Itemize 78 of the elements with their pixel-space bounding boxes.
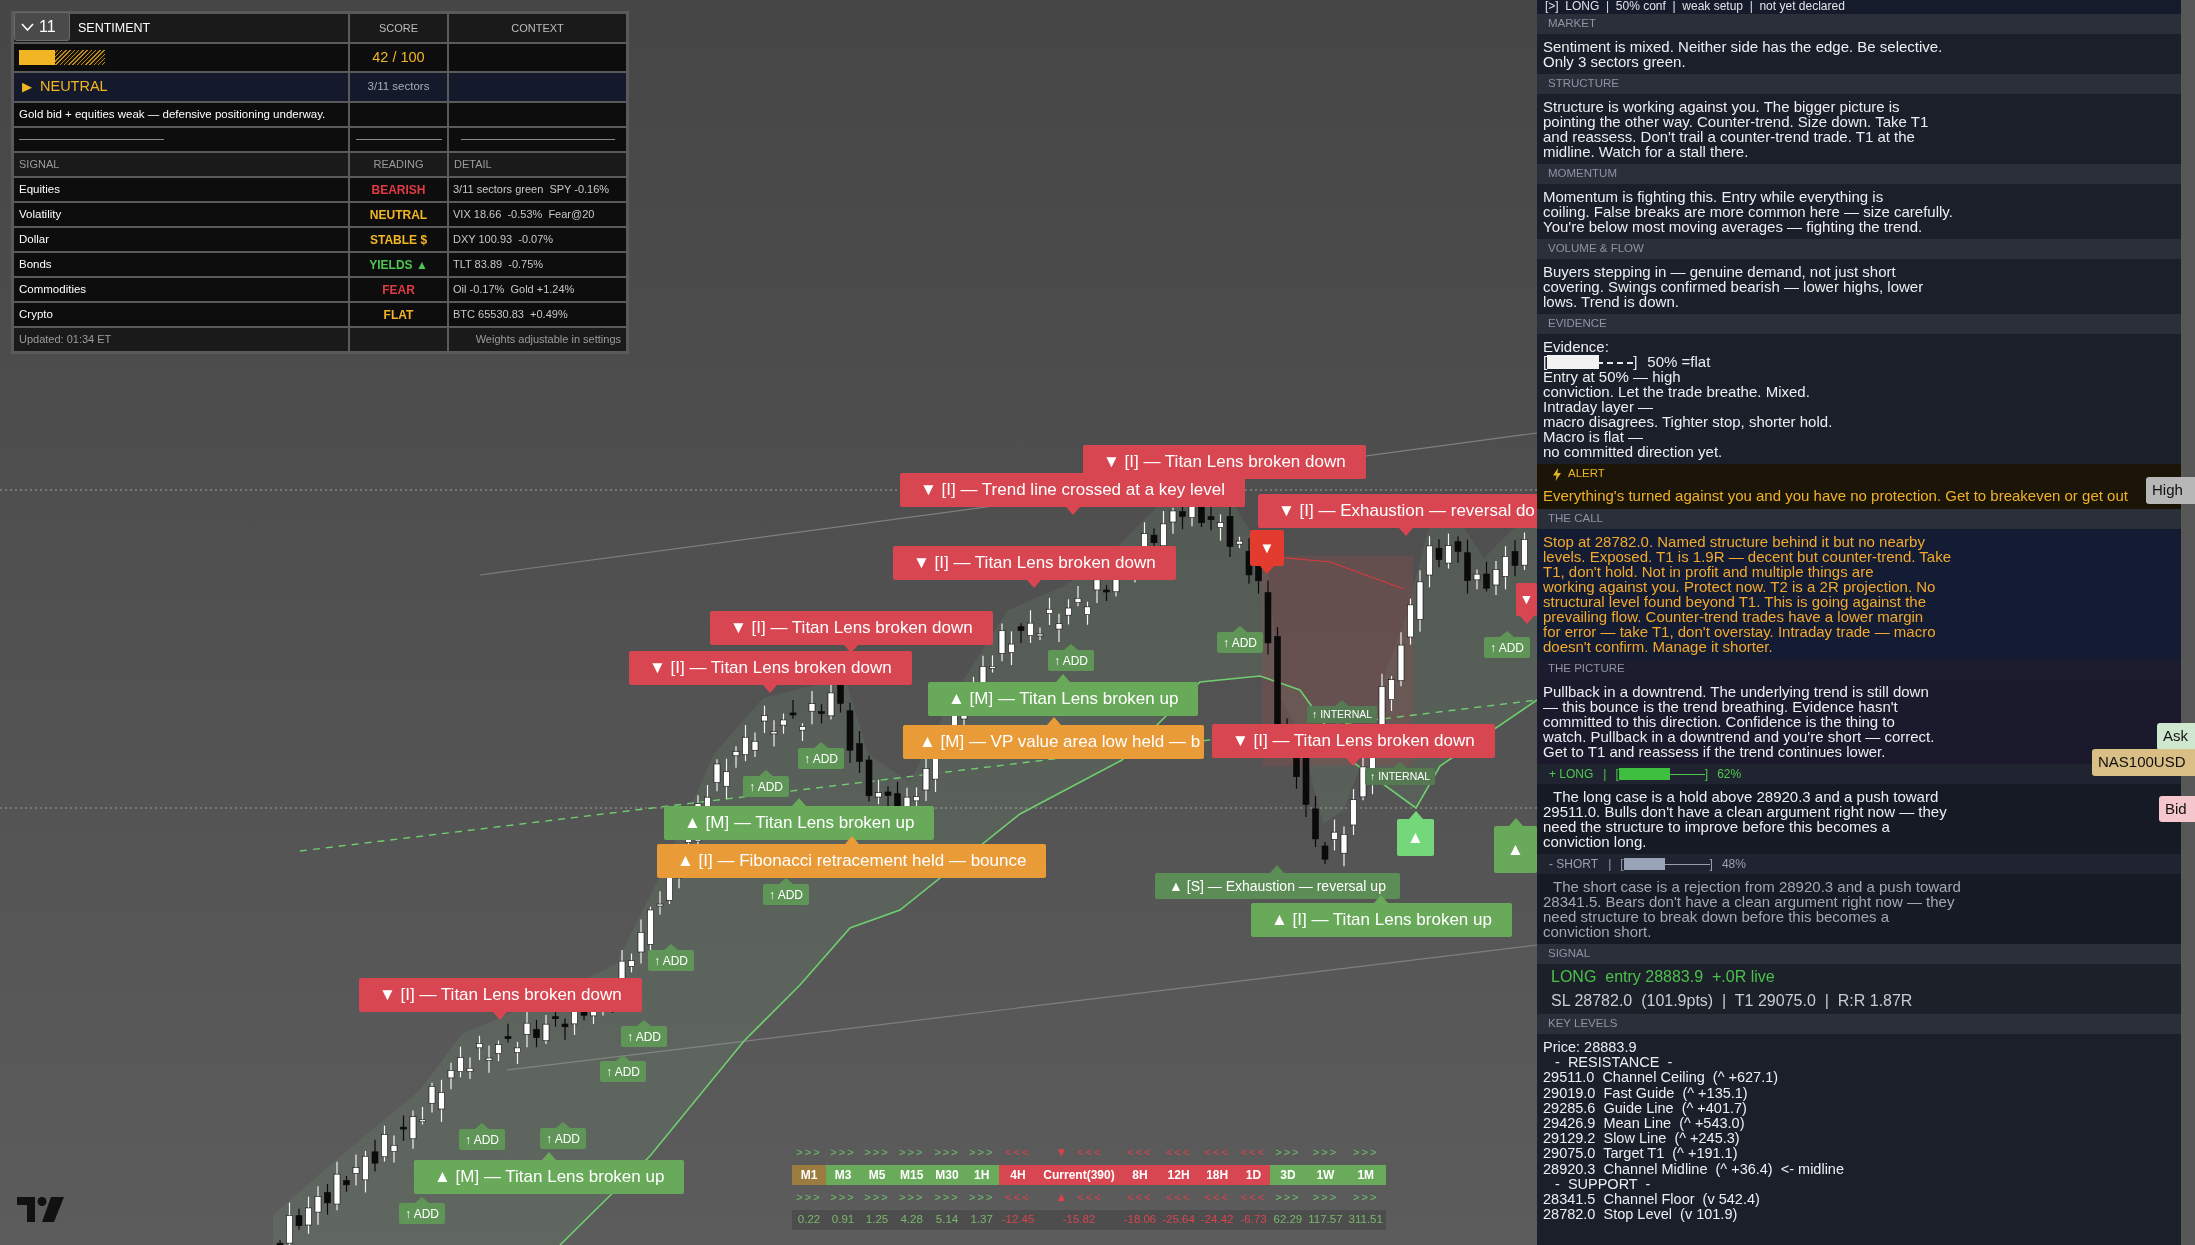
price-tag: High bbox=[2146, 477, 2195, 504]
price-line: Price: 28883.9 bbox=[1543, 1040, 1637, 1056]
meter-bracket: [ bbox=[1620, 856, 1624, 873]
verdict-text: NEUTRAL bbox=[40, 77, 108, 97]
level-line: 29075.0 Target T1 (^ +191.1) bbox=[1543, 1146, 1738, 1162]
section-header: SIGNAL bbox=[1537, 944, 2181, 964]
case-reading: 48% bbox=[1721, 856, 1746, 873]
column-header: DETAIL bbox=[449, 153, 626, 176]
meter-bracket: ] bbox=[1709, 856, 1713, 873]
section-text: Stop at 28782.0. Named structure behind it but no nearby levels. Exposed. T1 is 1.9R — decent but counter-trend. Take T1, don't hold. Not in profit and multiple things are working against you. Protect now. T2 is a 2R projection. No structural level found beyond T1. This is going against the prevailing flow. Counter-trend trades have a lower margin for error — take T1, don't overstay. Intraday trade — macro doesn't confirm. Manage it shorter. bbox=[1537, 529, 2181, 659]
level-line: 29426.9 Mean Line (^ +543.0) bbox=[1543, 1116, 1745, 1132]
signal-reading: FLAT bbox=[383, 306, 414, 324]
signal-name: Dollar bbox=[14, 228, 348, 251]
score-value: 42 / 100 bbox=[350, 44, 447, 71]
footnote-text: Weights adjustable in settings bbox=[449, 328, 626, 351]
lightning-icon bbox=[1553, 467, 1561, 481]
column-header: SCORE bbox=[350, 14, 447, 42]
signal-name: Bonds bbox=[14, 253, 348, 276]
signal-detail: VIX 18.66 -0.53% Fear@20 bbox=[449, 203, 626, 226]
case-label: + LONG bbox=[1549, 766, 1594, 783]
signal-detail: DXY 100.93 -0.07% bbox=[449, 228, 626, 251]
level-line: 29511.0 Channel Ceiling (^ +627.1) bbox=[1543, 1070, 1779, 1086]
level-line: 29285.6 Guide Line (^ +401.7) bbox=[1543, 1100, 1747, 1116]
meter-bracket: [ bbox=[1543, 354, 1548, 369]
level-heading: - RESISTANCE - bbox=[1554, 1055, 1673, 1071]
section-text: Entry at 50% — high conviction. Let the trade breathe. Mixed. Intraday layer — macro disagrees. Tighter stop, shorter hold. Macro is flat — no committed direction yet. bbox=[1543, 369, 1833, 459]
signal-reading: NEUTRAL bbox=[369, 206, 428, 224]
level-line: 29129.2 Slow Line (^ +245.3) bbox=[1543, 1131, 1740, 1147]
level-heading: - SUPPORT - bbox=[1554, 1176, 1651, 1193]
price-tag: Ask bbox=[2157, 723, 2195, 750]
section-header: EVIDENCE bbox=[1537, 314, 2181, 334]
collapse-button[interactable]: 11 bbox=[14, 12, 70, 41]
section-header: KEY LEVELS bbox=[1537, 1014, 2181, 1034]
signal-details: SL 28782.0 (101.9pts) | T1 29075.0 | R:R 1.87R bbox=[1551, 991, 1913, 1011]
section-header: THE CALL bbox=[1537, 509, 2181, 529]
case-label: - SHORT bbox=[1549, 856, 1599, 873]
section-header: MARKET bbox=[1537, 14, 2181, 34]
meter-bracket: ] bbox=[1704, 766, 1709, 783]
signal-reading: FEAR bbox=[382, 281, 415, 299]
chevron-down-icon bbox=[21, 22, 34, 31]
section-header: STRUCTURE bbox=[1537, 74, 2181, 94]
evidence-heading: Evidence: bbox=[1543, 339, 1609, 354]
signal-name: Commodities bbox=[14, 278, 348, 301]
price-tag: Bid bbox=[2159, 796, 2195, 822]
signal-detail: 3/11 sectors green SPY -0.16% bbox=[449, 178, 626, 201]
separator-text: | bbox=[1603, 766, 1607, 783]
signal-name: Volatility bbox=[14, 203, 348, 226]
signal-name: Equities bbox=[14, 178, 348, 201]
signal-detail: Oil -0.17% Gold +1.24% bbox=[449, 278, 626, 301]
case-text: The short case is a rejection from 28920.3 and a push toward 28341.5. Bears don't have a clean argument right now — they need structure to break down before this becomes a conviction short. bbox=[1537, 874, 2181, 944]
section-header: THE PICTURE bbox=[1537, 659, 2181, 679]
signal-detail: BTC 65530.83 +0.49% bbox=[449, 303, 626, 326]
separator-text: | bbox=[1608, 856, 1612, 873]
column-header: CONTEXT bbox=[449, 14, 626, 42]
section-header: MOMENTUM bbox=[1537, 164, 2181, 184]
sectors-count: 3/11 sectors bbox=[350, 73, 447, 101]
signal-entry: LONG entry 28883.9 +.0R live bbox=[1551, 967, 1775, 987]
level-line: 28920.3 Channel Midline (^ +36.4) <- midline bbox=[1543, 1161, 1844, 1177]
signal-reading: BEARISH bbox=[371, 181, 426, 199]
signal-reading: STABLE $ bbox=[369, 231, 428, 249]
meter-bracket: [ bbox=[1615, 766, 1619, 783]
section-header: ALERT bbox=[1568, 466, 1605, 482]
price-tag: NAS100USD bbox=[2092, 749, 2195, 776]
case-reading: 62% bbox=[1717, 766, 1742, 783]
level-line: 28782.0 Stop Level (v 101.9) bbox=[1543, 1207, 1738, 1223]
meter-bracket: ] bbox=[1633, 354, 1638, 369]
updated-time: Updated: 01:34 ET bbox=[14, 328, 348, 351]
signal-name: Crypto bbox=[14, 303, 348, 326]
level-line: 28341.5 Channel Floor (v 542.4) bbox=[1543, 1192, 1760, 1208]
summary-text: Gold bid + equities weak — defensive positioning underway. bbox=[14, 103, 348, 126]
column-header: SIGNAL bbox=[14, 153, 348, 176]
signal-reading: YIELDS ▲ bbox=[369, 256, 428, 274]
section-header: VOLUME & FLOW bbox=[1537, 239, 2181, 259]
level-line: 29019.0 Fast Guide (^ +135.1) bbox=[1543, 1085, 1748, 1101]
column-header: READING bbox=[350, 153, 447, 176]
verdict-marker: ▶ bbox=[22, 78, 32, 97]
signal-detail: TLT 83.89 -0.75% bbox=[449, 253, 626, 276]
meter-reading: 50% =flat bbox=[1647, 354, 1711, 369]
